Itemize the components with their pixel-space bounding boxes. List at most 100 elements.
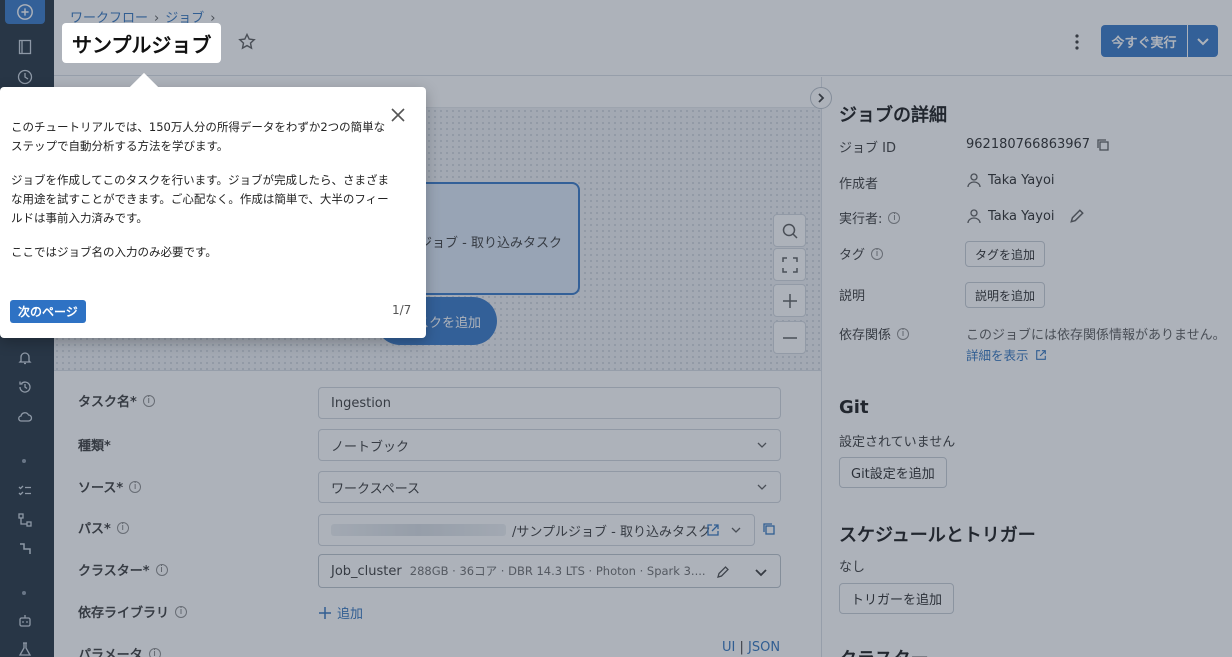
plus-icon <box>319 606 331 619</box>
zoom-in-icon[interactable] <box>773 284 806 317</box>
info-icon[interactable]: i <box>175 605 188 618</box>
chevron-down-icon <box>757 484 767 490</box>
cluster-heading: クラスター <box>839 645 929 657</box>
source-select[interactable]: ワークスペース <box>318 471 781 503</box>
dependencies-text: このジョブには依存関係情報がありません。 <box>966 328 1226 343</box>
add-description-button[interactable]: 説明を追加 <box>965 282 1046 308</box>
tutorial-text-1: このチュートリアルでは、150万人分の所得データをわずか2つの簡単なステップで自… <box>11 120 386 153</box>
search-icon[interactable] <box>773 214 806 247</box>
job-id-row: 962180766863967 <box>966 137 1110 152</box>
info-icon[interactable]: i <box>148 647 161 657</box>
task-name-input[interactable]: Ingestion <box>318 387 781 419</box>
fit-icon[interactable] <box>773 248 806 281</box>
job-details-panel: ジョブの詳細 ジョブ ID 962180766863967 作成者 Taka Y… <box>821 77 1232 657</box>
robot-icon[interactable] <box>16 612 34 630</box>
params-mode-toggle: UI | JSON <box>722 640 780 655</box>
add-library-button[interactable]: 追加 <box>318 603 363 622</box>
external-link-icon[interactable] <box>706 523 720 537</box>
type-select[interactable]: ノートブック <box>318 429 781 461</box>
rail-divider-dot <box>22 591 26 595</box>
source-label: ソース* <box>78 481 124 496</box>
params-ui-link[interactable]: UI <box>722 640 735 655</box>
clock-icon[interactable] <box>16 68 34 86</box>
info-icon[interactable]: i <box>142 394 155 407</box>
rail-divider-dot <box>22 459 26 463</box>
chevron-down-icon <box>731 527 741 533</box>
pipeline-icon[interactable] <box>16 540 34 558</box>
chevron-down-icon <box>755 569 767 577</box>
flask-icon[interactable] <box>16 640 34 657</box>
info-icon[interactable]: i <box>155 563 168 576</box>
add-trigger-button[interactable]: トリガーを追加 <box>839 583 955 614</box>
zoom-out-icon[interactable] <box>773 321 806 354</box>
type-row: 種類* <box>78 435 111 454</box>
cluster-row: クラスター* i <box>78 560 168 579</box>
job-title[interactable]: サンプルジョブ <box>62 23 222 63</box>
person-icon <box>967 173 981 188</box>
person-icon <box>967 209 981 224</box>
params-json-link[interactable]: JSON <box>748 640 780 655</box>
kebab-icon[interactable] <box>1067 32 1087 52</box>
notebook-icon[interactable] <box>16 38 34 56</box>
dependencies-row-label: 依存関係 i <box>839 324 910 343</box>
history-icon[interactable] <box>16 378 34 396</box>
add-tag-button[interactable]: タグを追加 <box>965 241 1046 267</box>
copy-icon[interactable] <box>1096 138 1110 152</box>
info-icon[interactable]: i <box>129 480 142 493</box>
dependencies-link[interactable]: 詳細を表示 <box>966 345 1047 364</box>
add-git-button[interactable]: Git設定を追加 <box>839 457 947 488</box>
details-heading: ジョブの詳細 <box>839 105 947 126</box>
collapse-panel-button[interactable] <box>810 87 832 109</box>
plus-icon <box>17 4 33 20</box>
params-label: パラメータ <box>78 648 143 657</box>
info-icon[interactable]: i <box>888 211 901 224</box>
tutorial-pager: 1/7 <box>392 303 412 317</box>
source-value: ワークスペース <box>331 481 421 497</box>
new-button[interactable] <box>5 0 45 24</box>
type-label: 種類* <box>78 439 111 454</box>
bell-icon[interactable] <box>16 349 34 367</box>
task-name-label: タスク名* <box>78 395 137 410</box>
workflow-icon[interactable] <box>16 511 34 529</box>
schedule-status: なし <box>839 560 866 575</box>
page-header: ワークフロー › ジョブ › 今すぐ実行 <box>54 0 1232 76</box>
tutorial-popover: このチュートリアルでは、150万人分の所得データをわずか2つの簡単なステップで自… <box>0 72 426 338</box>
git-status: 設定されていません <box>839 435 956 450</box>
info-icon[interactable]: i <box>897 327 910 340</box>
task-form: タスク名* i Ingestion 種類* ノートブック ソース* i ワークスペー… <box>54 370 821 657</box>
runner-value: Taka Yayoi <box>988 208 1055 224</box>
creator-label: 作成者 <box>839 177 879 192</box>
cluster-select[interactable]: Job_cluster 288GB · 36コア · DBR 14.3 LTS ·… <box>318 554 781 588</box>
params-mode-separator: | <box>739 640 744 655</box>
checklist-icon[interactable] <box>16 482 34 500</box>
tags-label: タグ <box>839 248 866 263</box>
tutorial-text-2: ジョブを作成してこのタスクを行います。ジョブが完成したら、さまざまな用途を試すこ… <box>11 173 390 225</box>
source-row: ソース* i <box>78 477 142 496</box>
job-id-value: 962180766863967 <box>966 137 1091 152</box>
runner-row: Taka Yayoi <box>966 208 1085 224</box>
git-heading: Git <box>839 397 869 418</box>
path-select[interactable]: /サンプルジョブ - 取り込みタスク <box>318 514 755 546</box>
tags-row-label: タグ i <box>839 244 884 263</box>
copy-icon[interactable] <box>762 522 776 536</box>
libraries-row: 依存ライブラリ i <box>78 602 188 621</box>
run-now-button[interactable]: 今すぐ実行 <box>1101 25 1187 57</box>
schedule-heading: スケジュールとトリガー <box>839 525 1036 546</box>
close-icon[interactable] <box>389 106 407 124</box>
libraries-label: 依存ライブラリ <box>78 606 170 621</box>
cloud-icon[interactable] <box>16 408 34 426</box>
pencil-icon[interactable] <box>716 565 730 579</box>
next-page-button[interactable]: 次のページ <box>10 300 86 323</box>
star-icon[interactable] <box>237 32 257 52</box>
info-icon[interactable]: i <box>116 521 129 534</box>
chevron-down-icon <box>1197 38 1209 46</box>
path-label: パス* <box>78 522 111 537</box>
run-now-dropdown[interactable] <box>1188 25 1218 57</box>
external-link-icon <box>1035 349 1046 360</box>
add-library-label: 追加 <box>337 607 364 622</box>
info-icon[interactable]: i <box>871 247 884 260</box>
creator-row: Taka Yayoi <box>966 172 1055 188</box>
cluster-label: クラスター* <box>78 564 150 579</box>
pencil-icon[interactable] <box>1069 208 1085 224</box>
tutorial-text-3: ここではジョブ名の入力のみ必要です。 <box>11 245 217 259</box>
